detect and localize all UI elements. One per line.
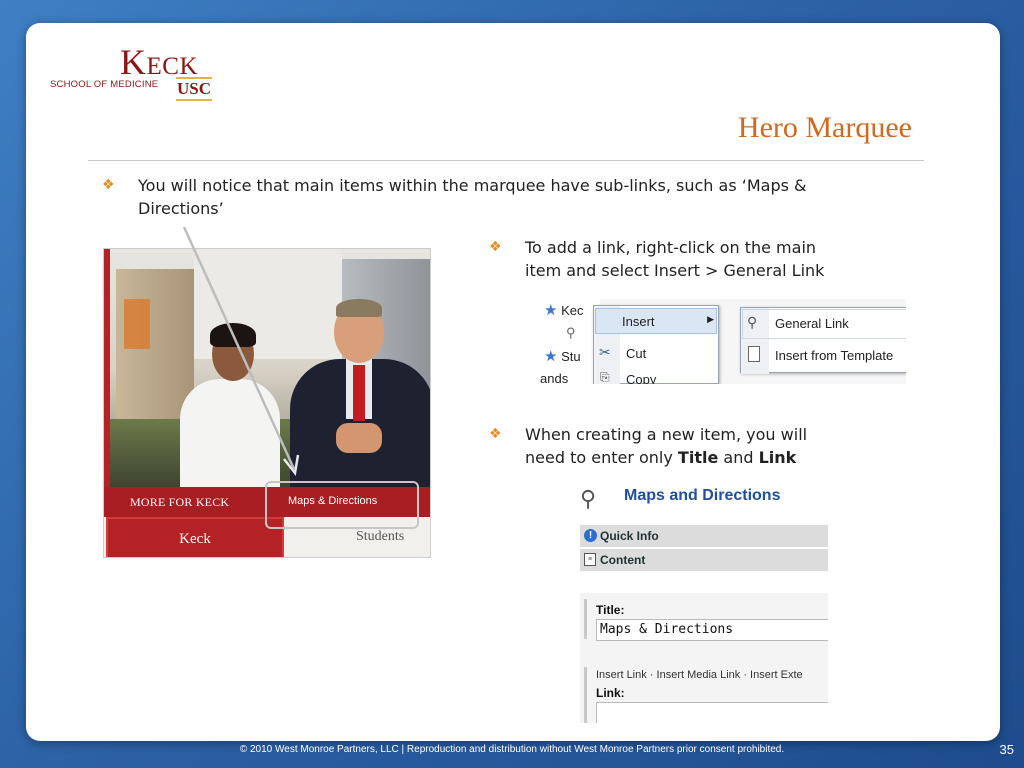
link-label: Link: [596, 686, 625, 700]
link-icon: ⚲ [566, 325, 576, 340]
page-icon [748, 346, 760, 362]
title-emphasis: Title [677, 448, 719, 467]
menu-item-insert-from-template[interactable]: Insert from Template [775, 348, 893, 363]
link-field[interactable] [596, 702, 828, 723]
document-icon: ≡ [584, 553, 596, 566]
title-divider [88, 160, 924, 161]
bullet-text: You will notice that main items within t… [138, 176, 807, 218]
title-label: Title: [596, 603, 625, 617]
menu-item-general-link[interactable]: General Link [775, 316, 849, 331]
star-icon: ★ [544, 348, 558, 365]
star-icon: ★ [544, 302, 558, 319]
diamond-bullet-icon: ❖ [489, 426, 502, 442]
section-quick-info[interactable]: ! Quick Info [580, 525, 828, 547]
page-number: 35 [999, 742, 1014, 757]
menu-item-copy[interactable]: Copy [626, 372, 656, 384]
diamond-bullet-icon: ❖ [489, 239, 502, 255]
pointer-arrow [182, 226, 300, 476]
title-field[interactable]: Maps & Directions [596, 619, 828, 641]
slide: Keck SCHOOL OF MEDICINE USC Hero Marquee… [26, 23, 1000, 741]
slide-title: Hero Marquee [737, 111, 912, 144]
chain-link-icon: ⚲ [580, 486, 597, 511]
context-menu-screenshot: ★ Kec ⚲ ★ Stu ands Insert ▶ ✂ Cut ⎘ Copy… [540, 299, 906, 384]
new-item-form-screenshot: ⚲ Maps and Directions ! Quick Info ≡ Con… [580, 483, 828, 723]
section-label: Quick Info [600, 529, 659, 543]
section-label: Content [600, 553, 646, 567]
bullet-text: To add a link, right-click on the main i… [525, 238, 825, 280]
logo-school: SCHOOL OF MEDICINE [50, 79, 159, 90]
bullet-new-item: ❖ When creating a new item, you will nee… [489, 423, 829, 469]
tree-item[interactable]: Stu [561, 349, 581, 364]
submenu-arrow-icon: ▶ [707, 314, 714, 324]
keck-usc-logo: Keck SCHOOL OF MEDICINE USC [50, 41, 213, 105]
footer-copyright: © 2010 West Monroe Partners, LLC | Repro… [239, 744, 785, 755]
form-heading: Maps and Directions [624, 487, 781, 504]
tree-item: ands [540, 371, 569, 384]
info-icon: ! [584, 529, 597, 542]
form-header: ⚲ Maps and Directions [580, 483, 828, 519]
tree-item[interactable]: Kec [561, 303, 583, 318]
diamond-bullet-icon: ❖ [102, 177, 115, 193]
section-content[interactable]: ≡ Content [580, 549, 828, 571]
menu-item-cut[interactable]: Cut [626, 346, 646, 361]
insert-submenu: ⚲ General Link Insert from Template [740, 307, 906, 374]
insert-links-toolbar[interactable]: Insert Link · Insert Media Link · Insert… [596, 669, 803, 681]
link-icon: ⚲ [747, 314, 758, 330]
menu-item-insert[interactable]: Insert [622, 314, 655, 329]
more-for-keck-link[interactable]: MORE FOR KECK [130, 495, 229, 510]
copy-icon: ⎘ [600, 370, 610, 384]
link-emphasis: Link [758, 448, 797, 467]
tab-students[interactable]: Students [356, 529, 404, 545]
navigation-tree: ★ Kec ⚲ ★ Stu ands [540, 299, 600, 384]
context-menu: Insert ▶ ✂ Cut ⎘ Copy [593, 305, 719, 384]
cut-icon: ✂ [599, 344, 611, 360]
logo-usc: USC [176, 77, 213, 101]
bullet-text: When creating a new item, you will need … [525, 425, 808, 467]
maps-highlight-box [265, 481, 419, 529]
bullet-add-link: ❖ To add a link, right-click on the main… [489, 236, 829, 282]
bullet-sublinks: ❖ You will notice that main items within… [102, 174, 822, 220]
insert-highlight [595, 308, 717, 334]
tab-keck[interactable]: Keck [106, 517, 284, 557]
